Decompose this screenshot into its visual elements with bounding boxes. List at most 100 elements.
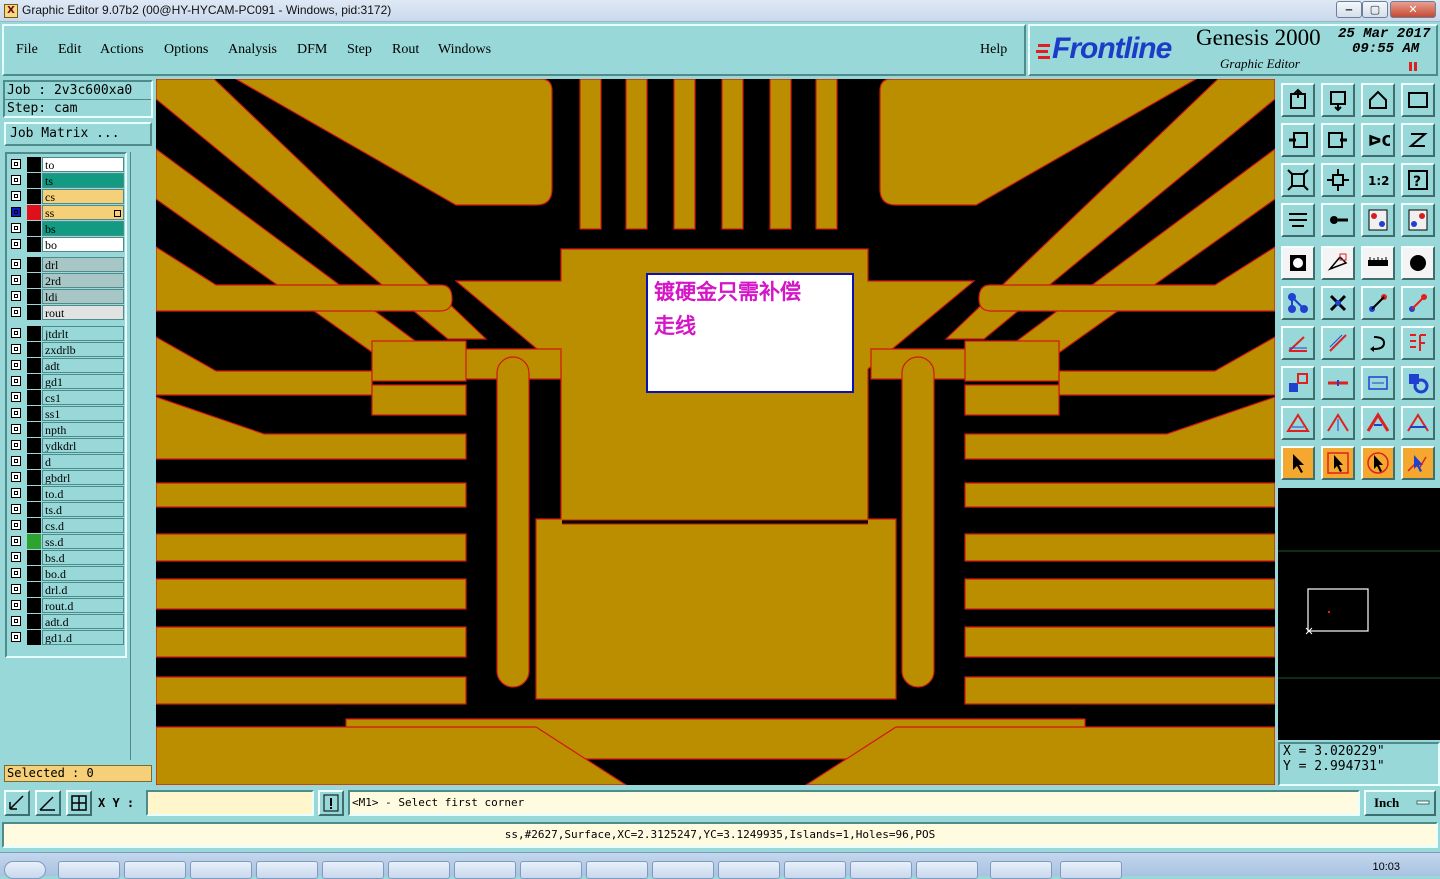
layer-row-rout-d[interactable]: rout.d xyxy=(9,598,125,613)
layer-row-drl-d[interactable]: drl.d xyxy=(9,582,125,597)
drill-tool[interactable] xyxy=(1401,246,1435,280)
maximize-button[interactable]: ▢ xyxy=(1362,1,1388,18)
angle-line-tool[interactable] xyxy=(1281,326,1315,360)
layer-checkbox[interactable] xyxy=(11,376,21,386)
pan-right-tool[interactable] xyxy=(1321,123,1355,157)
minimize-button[interactable]: ‒ xyxy=(1336,1,1362,18)
layer-checkbox[interactable] xyxy=(11,552,21,562)
menu-analysis[interactable]: Analysis xyxy=(228,42,277,58)
grid-mode-button[interactable] xyxy=(66,790,92,816)
split-tool[interactable] xyxy=(1321,366,1355,400)
layer-checkbox[interactable] xyxy=(11,207,21,217)
layer-row-ts[interactable]: ts xyxy=(9,173,125,188)
layer-checkbox[interactable] xyxy=(11,472,21,482)
layer-checkbox[interactable] xyxy=(11,456,21,466)
layer-row-cs-d[interactable]: cs.d xyxy=(9,518,125,533)
layer-checkbox[interactable] xyxy=(11,191,21,201)
layer-row-to[interactable]: to xyxy=(9,157,125,172)
select-circle-tool[interactable] xyxy=(1361,446,1395,480)
pan-left-tool[interactable] xyxy=(1281,123,1315,157)
layer-checkbox[interactable] xyxy=(11,568,21,578)
connect-tool[interactable] xyxy=(1361,286,1395,320)
menu-help[interactable]: Help xyxy=(980,42,1007,58)
layer-checkbox[interactable] xyxy=(11,159,21,169)
job-matrix-button[interactable]: Job Matrix ... xyxy=(4,122,152,146)
layer-row-jtdrlt[interactable]: jtdrlt xyxy=(9,326,125,341)
taskbar-app[interactable] xyxy=(454,861,516,879)
layer-checkbox[interactable] xyxy=(11,328,21,338)
taskbar-app[interactable] xyxy=(256,861,318,879)
triangle-up-tool[interactable] xyxy=(1321,406,1355,440)
layer-row-bs[interactable]: bs xyxy=(9,221,125,236)
arc-tool[interactable] xyxy=(1361,326,1395,360)
layer-row-npth[interactable]: npth xyxy=(9,422,125,437)
layer-scrollbar[interactable] xyxy=(130,152,152,760)
layer-checkbox[interactable] xyxy=(11,632,21,642)
snapshot-tool[interactable] xyxy=(1321,83,1355,117)
flip-tool[interactable] xyxy=(1401,326,1435,360)
taskbar-app[interactable] xyxy=(124,861,186,879)
ruler-tool[interactable] xyxy=(1361,246,1395,280)
layer-checkbox[interactable] xyxy=(11,520,21,530)
layer-row-gbdrl[interactable]: gbdrl xyxy=(9,470,125,485)
graphic-canvas[interactable]: 镀硬金只需补偿 走线 xyxy=(156,79,1275,785)
layer-checkbox[interactable] xyxy=(11,291,21,301)
layer-row-rout[interactable]: rout xyxy=(9,305,125,320)
layer-row-ldi[interactable]: ldi xyxy=(9,289,125,304)
layer-row-drl[interactable]: drl xyxy=(9,257,125,272)
layer-settings-tool[interactable] xyxy=(1361,203,1395,237)
fit-screen-tool[interactable] xyxy=(1401,83,1435,117)
menu-options[interactable]: Options xyxy=(164,42,208,58)
diagonal-line-tool[interactable] xyxy=(1321,326,1355,360)
taskbar-app[interactable] xyxy=(850,861,912,879)
units-selector[interactable]: Inch xyxy=(1364,790,1436,816)
taskbar-app[interactable] xyxy=(388,861,450,879)
layer-checkbox[interactable] xyxy=(11,223,21,233)
layer-checkbox[interactable] xyxy=(11,584,21,594)
home-view-tool[interactable] xyxy=(1361,83,1395,117)
zoom-step-tool[interactable]: ᐅO xyxy=(1361,123,1395,157)
layer-checkbox[interactable] xyxy=(11,488,21,498)
layer-checkbox[interactable] xyxy=(11,600,21,610)
taskbar-app[interactable] xyxy=(586,861,648,879)
distance-tool[interactable] xyxy=(1361,366,1395,400)
menu-actions[interactable]: Actions xyxy=(100,42,144,58)
taskbar-app[interactable] xyxy=(58,861,120,879)
cross-tool[interactable] xyxy=(1321,286,1355,320)
pause-icon[interactable] xyxy=(1408,62,1418,71)
layer-checkbox[interactable] xyxy=(11,259,21,269)
menu-step[interactable]: Step xyxy=(347,42,372,58)
xy-input[interactable] xyxy=(146,790,314,816)
layer-row-gd1[interactable]: gd1 xyxy=(9,374,125,389)
layer-row-bo-d[interactable]: bo.d xyxy=(9,566,125,581)
node-tool[interactable] xyxy=(1281,286,1315,320)
zoom-area-tool[interactable] xyxy=(1281,163,1315,197)
menu-edit[interactable]: Edit xyxy=(58,42,81,58)
layer-checkbox[interactable] xyxy=(11,616,21,626)
select-path-tool[interactable] xyxy=(1401,446,1435,480)
layer-row-gd1-d[interactable]: gd1.d xyxy=(9,630,125,645)
menu-windows[interactable]: Windows xyxy=(438,42,491,58)
layer-checkbox[interactable] xyxy=(11,239,21,249)
triangle-a-tool[interactable] xyxy=(1361,406,1395,440)
taskbar-app[interactable] xyxy=(784,861,846,879)
layer-row-bs-d[interactable]: bs.d xyxy=(9,550,125,565)
start-button[interactable] xyxy=(4,861,46,879)
layer-row-zxdrlb[interactable]: zxdrlb xyxy=(9,342,125,357)
layer-row-ss-d[interactable]: ss.d xyxy=(9,534,125,549)
layer-checkbox[interactable] xyxy=(11,440,21,450)
snap-mode-button[interactable] xyxy=(4,790,30,816)
layer-row-ydkdrl[interactable]: ydkdrl xyxy=(9,438,125,453)
display-settings-tool[interactable] xyxy=(1401,203,1435,237)
layer-row-adt[interactable]: adt xyxy=(9,358,125,373)
select-box-tool[interactable] xyxy=(1321,446,1355,480)
layer-row-ss[interactable]: ss xyxy=(9,205,125,220)
close-button[interactable]: ✕ xyxy=(1390,1,1436,18)
query-tool[interactable]: ? xyxy=(1401,163,1435,197)
layer-checkbox[interactable] xyxy=(11,392,21,402)
layer-row-d[interactable]: d xyxy=(9,454,125,469)
layer-checkbox[interactable] xyxy=(11,175,21,185)
taskbar-app[interactable] xyxy=(990,861,1052,879)
open-layer-tool[interactable] xyxy=(1281,83,1315,117)
menu-rout[interactable]: Rout xyxy=(392,42,419,58)
